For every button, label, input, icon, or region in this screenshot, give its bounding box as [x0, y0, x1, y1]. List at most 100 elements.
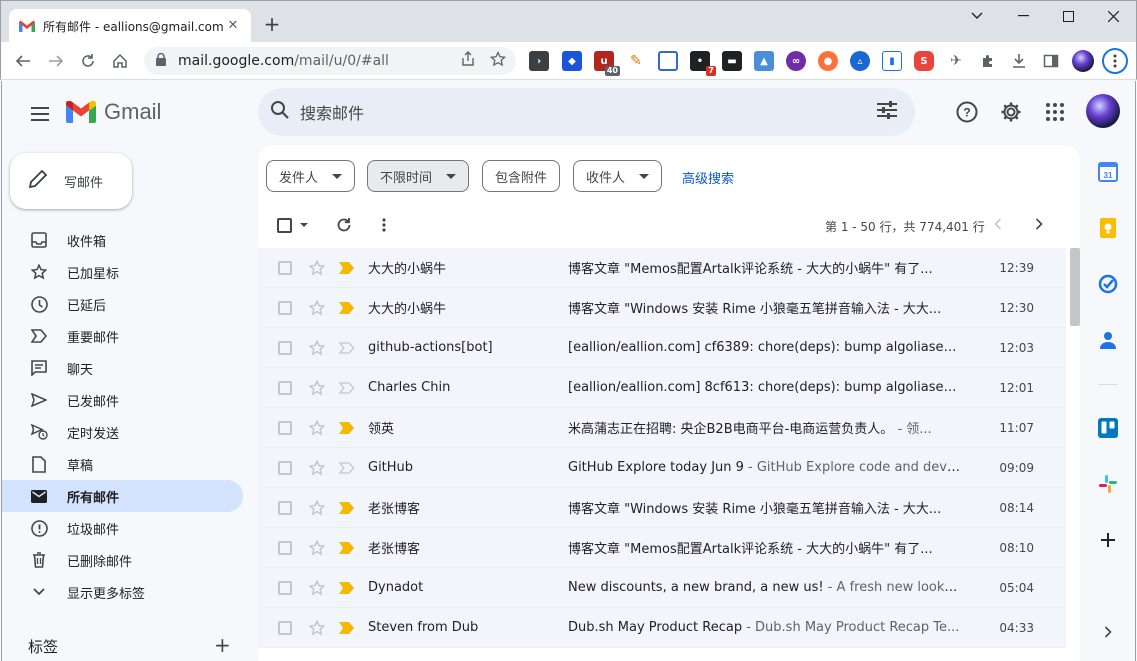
lock-icon[interactable]: [156, 52, 166, 70]
share-icon[interactable]: [460, 51, 476, 71]
tab-close-icon[interactable]: ✕: [225, 18, 241, 34]
search-options-icon[interactable]: [877, 101, 897, 123]
row-checkbox[interactable]: [278, 620, 292, 635]
bookmark-star-icon[interactable]: [489, 50, 507, 71]
star-outline-icon[interactable]: [308, 419, 326, 437]
download-icon[interactable]: [1009, 51, 1029, 71]
row-checkbox[interactable]: [278, 580, 292, 595]
star-outline-icon[interactable]: [308, 459, 326, 477]
sidebar-item-snoozed[interactable]: 已延后: [2, 288, 243, 320]
maximize-icon[interactable]: [1045, 1, 1091, 31]
extension-notes-icon[interactable]: • 7: [690, 51, 716, 76]
filter-time-chip[interactable]: 不限时间: [367, 160, 470, 192]
sidebar-item-all-mail[interactable]: 所有邮件: [2, 480, 243, 512]
star-outline-icon[interactable]: [308, 539, 326, 557]
not-important-marker-icon[interactable]: [338, 339, 356, 357]
forward-icon[interactable]: [44, 49, 68, 73]
email-row[interactable]: Dynadot New discounts, a new brand, a new…: [258, 568, 1066, 608]
tasks-icon[interactable]: [1096, 272, 1120, 296]
refresh-icon[interactable]: [336, 217, 352, 237]
add-addon-icon[interactable]: [1096, 528, 1120, 552]
extension-bird-icon[interactable]: ✈: [946, 51, 966, 71]
important-marker-icon[interactable]: [338, 299, 356, 317]
important-marker-icon[interactable]: [338, 499, 356, 517]
help-icon[interactable]: ?: [949, 94, 985, 130]
sidebar-item-sent[interactable]: 已发邮件: [2, 384, 243, 416]
extension-image-icon[interactable]: ▲: [754, 51, 774, 71]
row-checkbox[interactable]: [278, 340, 292, 355]
minimize-icon[interactable]: [1000, 1, 1046, 31]
row-checkbox[interactable]: [278, 500, 292, 515]
address-bar[interactable]: mail.google.com/mail/u/0/#all: [144, 47, 516, 75]
slack-icon[interactable]: [1096, 472, 1120, 496]
email-row[interactable]: 大大的小蜗牛 博客文章 "Windows 安装 Rime 小狼毫五笔拼音输入法 -…: [258, 288, 1066, 328]
not-important-marker-icon[interactable]: [338, 379, 356, 397]
email-row[interactable]: github-actions[bot] [eallion/eallion.com]…: [258, 328, 1066, 368]
more-options-icon[interactable]: [382, 218, 386, 236]
important-marker-icon[interactable]: [338, 419, 356, 437]
row-checkbox[interactable]: [278, 460, 292, 475]
back-icon[interactable]: [11, 49, 35, 73]
sidebar-item-inbox[interactable]: 收件箱: [2, 224, 243, 256]
extension-mask-icon[interactable]: ∞: [786, 51, 806, 71]
row-checkbox[interactable]: [278, 260, 292, 275]
next-page-icon[interactable]: [1035, 218, 1043, 234]
email-row[interactable]: 领英 米高蒲志正在招聘: 央企B2B电商平台-电商运营负责人。 - 领... 11:…: [258, 408, 1066, 448]
star-outline-icon[interactable]: [308, 619, 326, 637]
contacts-icon[interactable]: [1096, 328, 1120, 352]
search-input[interactable]: 搜索邮件: [300, 100, 877, 124]
list-scrollbar[interactable]: [1070, 248, 1080, 326]
not-important-marker-icon[interactable]: [338, 459, 356, 477]
sidebar-item-scheduled[interactable]: 定时发送: [2, 416, 243, 448]
email-row[interactable]: 老张博客 博客文章 "Memos配置Artalk评论系统 - 大大的小蜗牛" 有了…: [258, 528, 1066, 568]
email-row[interactable]: Steven from Dub Dub.sh May Product Recap …: [258, 608, 1066, 648]
select-dropdown-icon[interactable]: [300, 223, 308, 227]
extension-terminal-icon[interactable]: ▬: [722, 51, 742, 71]
sidebar-item-chat[interactable]: 聊天: [2, 352, 243, 384]
side-panel-icon[interactable]: [1041, 51, 1061, 71]
star-outline-icon[interactable]: [308, 379, 326, 397]
email-row[interactable]: GitHub GitHub Explore today Jun 9 - GitHu…: [258, 448, 1066, 488]
filter-to-chip[interactable]: 收件人: [573, 160, 663, 192]
row-checkbox[interactable]: [278, 300, 292, 315]
row-checkbox[interactable]: [278, 540, 292, 555]
star-outline-icon[interactable]: [308, 299, 326, 317]
filter-from-chip[interactable]: 发件人: [266, 160, 356, 192]
extension-arrow-icon[interactable]: ›: [529, 51, 549, 71]
apps-grid-icon[interactable]: [1037, 94, 1073, 130]
sidebar-item-important[interactable]: 重要邮件: [2, 320, 243, 352]
advanced-search-link[interactable]: 高级搜索: [682, 168, 734, 187]
extension-firefox-icon[interactable]: ●: [818, 51, 838, 71]
reload-icon[interactable]: [76, 49, 100, 73]
search-icon[interactable]: [270, 100, 290, 124]
star-outline-icon[interactable]: [308, 339, 326, 357]
extension-window-icon[interactable]: [658, 51, 678, 71]
trello-icon[interactable]: [1096, 416, 1120, 440]
gmail-logo[interactable]: Gmail: [66, 99, 161, 125]
filter-attachment-chip[interactable]: 包含附件: [482, 160, 561, 192]
star-outline-icon[interactable]: [308, 579, 326, 597]
home-icon[interactable]: [108, 49, 132, 73]
sidebar-item-spam[interactable]: 垃圾邮件: [2, 512, 243, 544]
settings-gear-icon[interactable]: [993, 94, 1029, 130]
browser-menu-icon[interactable]: [1102, 48, 1128, 74]
add-label-icon[interactable]: +: [214, 635, 231, 655]
main-menu-icon[interactable]: [20, 99, 60, 129]
keep-icon[interactable]: [1096, 216, 1120, 240]
row-checkbox[interactable]: [278, 420, 292, 435]
prev-page-icon[interactable]: [994, 218, 1002, 234]
calendar-icon[interactable]: 31: [1096, 160, 1120, 184]
extension-s-icon[interactable]: S: [914, 51, 934, 71]
show-side-panel-icon[interactable]: [1096, 620, 1120, 644]
star-outline-icon[interactable]: [308, 499, 326, 517]
extension-ublock-icon[interactable]: u 40: [594, 51, 620, 76]
browser-tab[interactable]: 所有邮件 - eallions@gmail.com ✕: [9, 9, 251, 43]
search-bar[interactable]: 搜索邮件: [258, 88, 915, 136]
important-marker-icon[interactable]: [338, 259, 356, 277]
profile-avatar[interactable]: [1072, 50, 1094, 72]
select-all-checkbox[interactable]: [277, 218, 292, 233]
email-row[interactable]: 老张博客 博客文章 "Windows 安装 Rime 小狼毫五笔拼音输入法 - 大…: [258, 488, 1066, 528]
email-row[interactable]: Charles Chin [eallion/eallion.com] 8cf613…: [258, 368, 1066, 408]
row-checkbox[interactable]: [278, 380, 292, 395]
sidebar-item-trash[interactable]: 已删除邮件: [2, 544, 243, 576]
